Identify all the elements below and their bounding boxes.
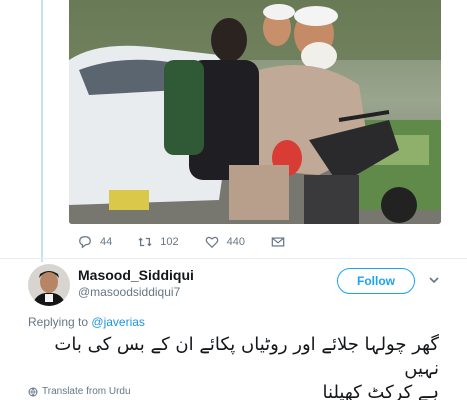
chevron-down-icon[interactable] (428, 274, 440, 286)
replying-to-line: Replying to @javerias (28, 315, 145, 329)
translate-link[interactable]: Translate from Urdu (28, 386, 131, 397)
reply-icon (79, 236, 91, 249)
retweet-action[interactable]: 102 (138, 235, 179, 249)
tweet-text-line-1: گھر چولہا جلائے اور روٹیاں پکائے ان کے ب… (54, 334, 439, 379)
replying-to-handle[interactable]: @javerias (91, 315, 145, 329)
globe-icon (28, 387, 38, 397)
tweet-divider (0, 258, 467, 259)
replying-to-label: Replying to (28, 315, 89, 329)
reply-count: 44 (100, 236, 113, 248)
tweet-photo[interactable] (69, 0, 441, 224)
tweet-actions: 44 102 440 (78, 234, 311, 250)
retweet-count: 102 (160, 236, 179, 248)
thread-line (41, 0, 43, 262)
reply-action[interactable]: 44 (78, 235, 112, 249)
user-handle[interactable]: @masoodsiddiqui7 (78, 285, 180, 299)
display-name[interactable]: Masood_Siddiqui (78, 267, 194, 283)
translate-label[interactable]: Translate from Urdu (42, 386, 131, 397)
like-count: 440 (226, 236, 245, 248)
heart-icon (205, 236, 218, 249)
direct-message-action[interactable] (271, 235, 285, 249)
like-action[interactable]: 440 (205, 235, 245, 249)
envelope-icon (271, 237, 285, 247)
avatar[interactable] (28, 264, 70, 306)
retweet-icon (138, 237, 152, 247)
follow-button[interactable]: Follow (337, 268, 415, 294)
